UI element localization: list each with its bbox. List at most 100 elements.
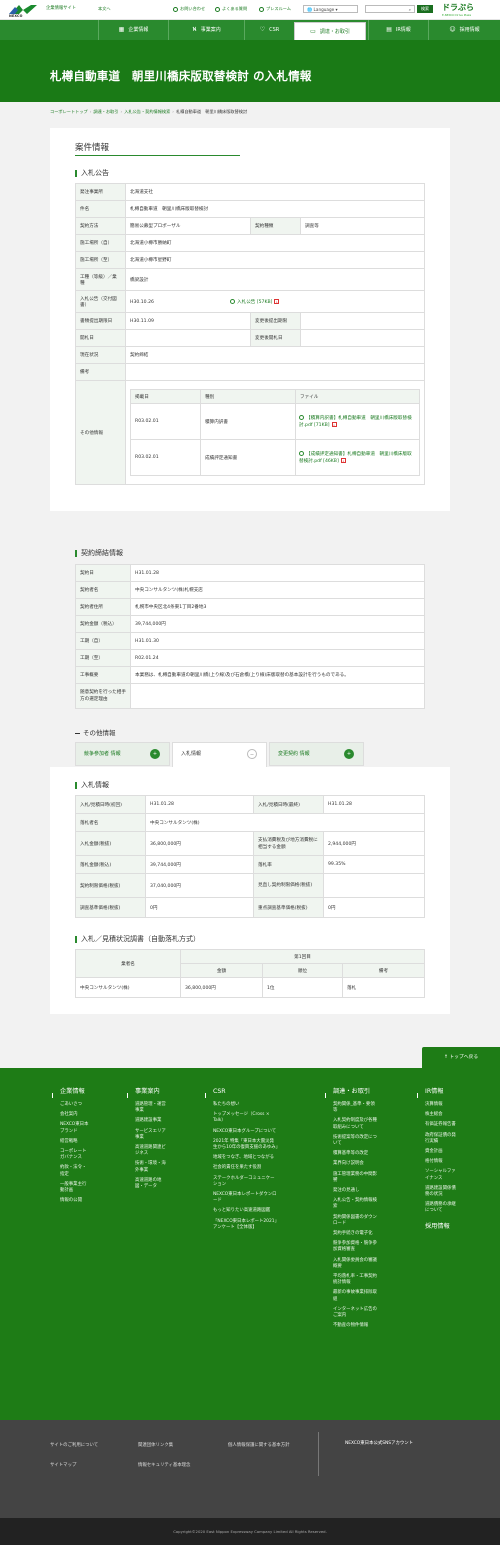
row-label: 契約方法 — [75, 217, 126, 235]
footer-link-terms[interactable]: サイトのご利用について — [50, 1442, 98, 1448]
footer-link[interactable]: 業界向け説明会 — [333, 1161, 378, 1167]
skip-to-content-link[interactable]: 本文へ — [98, 6, 111, 12]
footer-heading[interactable]: 企業情報 — [60, 1088, 90, 1096]
footer-link[interactable]: NEXCO東日本レポートダウンロード — [213, 1192, 278, 1204]
footer-link[interactable]: 有価証券報告書 — [425, 1122, 460, 1128]
minus-icon — [75, 732, 80, 734]
footer-link[interactable]: 株主総会 — [425, 1112, 460, 1118]
bid-notice-pdf-link[interactable]: 入札公告 [57KB] — [237, 300, 272, 305]
footer-link[interactable]: サービスエリア事業 — [135, 1129, 170, 1141]
nav-procurement[interactable]: ▭ 調達・お取引 — [294, 22, 366, 40]
footer-link[interactable]: ソーシャルファイナンス — [425, 1169, 460, 1181]
contact-link[interactable]: お問い合わせ — [173, 6, 205, 12]
footer-link[interactable]: 会社案内 — [60, 1112, 90, 1118]
footer-link[interactable]: 2021年 特集「東日本大震災発生から10年の復興支援のあゆみ」 — [213, 1139, 280, 1151]
language-select[interactable]: 🌐 Language ▾ — [303, 5, 358, 13]
row-amount: 36,800,000円 — [180, 977, 263, 998]
footer-link[interactable]: 一般事業主行動計画 — [60, 1182, 90, 1194]
footer-link[interactable]: 技術・環境・海外事業 — [135, 1161, 170, 1173]
footer-link[interactable]: 積算基準等の改定 — [333, 1151, 378, 1157]
breadcrumb-home[interactable]: コーポレートトップ — [50, 109, 88, 114]
footer-link[interactable]: 高速道路関連ビジネス — [135, 1145, 170, 1157]
footer-link[interactable]: 道路管理・運営事業 — [135, 1102, 170, 1114]
footer-heading[interactable]: 事業案内 — [135, 1088, 170, 1096]
table-header-row: 掲載日 種別 ファイル — [130, 389, 420, 404]
footer-link[interactable]: 不動産の物件情報 — [333, 1323, 378, 1329]
pressroom-link[interactable]: プレスルーム — [259, 6, 291, 12]
footer-link[interactable]: NEXCO東日本グループについて — [213, 1129, 278, 1135]
footer-link[interactable]: 情報の公開 — [60, 1198, 90, 1204]
footer-link[interactable]: インターネット広告のご案内 — [333, 1307, 378, 1319]
nav-corporate[interactable]: ▦ 企業情報 — [98, 20, 168, 40]
table-row: 工種（等級）／業種 橋梁設計 — [75, 268, 425, 291]
nav-csr[interactable]: ♡ CSR — [244, 20, 294, 40]
footer-link[interactable]: 高速道路の地図・データ — [135, 1178, 170, 1190]
footer-col-business: 事業案内 道路管理・運営事業 道路建設事業 サービスエリア事業 高速道路関連ビジ… — [127, 1088, 170, 1194]
breadcrumb-separator: › — [120, 109, 123, 114]
file-link[interactable]: 【成績評定通知書】札樽自動車道 朝里川橋床版取替検討.pdf [46KB] — [299, 452, 412, 464]
row-label: 工期（至） — [75, 649, 131, 667]
footer-link[interactable]: 資金計画 — [425, 1149, 460, 1155]
footer-link[interactable]: 契約関係図書のダウンロード — [333, 1215, 378, 1227]
footer-link[interactable]: 契約手続きの電子化 — [333, 1231, 378, 1237]
footer-link[interactable]: 道路建設関係債務の状況 — [425, 1186, 460, 1198]
nav-business[interactable]: ⛕ 事業案内 — [168, 20, 244, 40]
footer-heading[interactable]: 採用情報 — [425, 1223, 460, 1231]
footer-link[interactable]: ごあいさつ — [60, 1102, 90, 1108]
nexco-logo[interactable]: NEXCO — [7, 3, 39, 19]
footer-link[interactable]: 競争参加資格・競争参加資格審査 — [333, 1241, 378, 1253]
footer-link[interactable]: 入札公告・契約情報検索 — [333, 1198, 378, 1210]
tab-contract-change[interactable]: 変更契約 情報 + — [269, 742, 364, 766]
footer-link[interactable]: 平均落札率・工事契約統計情報 — [333, 1274, 378, 1286]
file-link[interactable]: 【積算内訳書】札樽自動車道 朝里川橋床版取替検討.pdf [71KB] — [299, 416, 412, 428]
footer-link[interactable]: 政府保証債の発行実績 — [425, 1133, 460, 1145]
footer-link[interactable]: 道路建設事業 — [135, 1118, 170, 1124]
footer-link[interactable]: 入札関係委員会の審議概要 — [333, 1258, 378, 1270]
footer-link-sitemap[interactable]: サイトマップ — [50, 1462, 76, 1468]
footer-link[interactable]: 最新の事故事業排除取組 — [333, 1290, 378, 1302]
back-to-top-button[interactable]: ↑ トップへ戻る — [422, 1047, 500, 1068]
footer-link[interactable]: 決算情報 — [425, 1102, 460, 1108]
corp-site-label[interactable]: 企業情報サイト — [46, 5, 86, 12]
footer-link-related[interactable]: 関連団体リンク集 — [138, 1442, 173, 1448]
footer-link[interactable]: 社会的責任を果たす役割 — [213, 1165, 278, 1171]
footer-link[interactable]: 私たちの想い — [213, 1102, 278, 1108]
footer-link[interactable]: 道路債務の承継について — [425, 1202, 460, 1214]
footer-link[interactable]: 地域をつなぎ、地域とつながる — [213, 1155, 278, 1161]
footer-link-privacy[interactable]: 個人情報保護に関する基本方針 — [228, 1442, 289, 1448]
footer-link[interactable]: もっと知りたい高速道路図鑑 — [213, 1208, 278, 1214]
row-value: 調査等 — [300, 217, 425, 235]
footer-link[interactable]: 入札契約制度及び各種取組みについて — [333, 1118, 378, 1130]
drapura-logo[interactable]: ドラぷら E-NEXCO Drive Plaza — [442, 2, 494, 18]
footer-link[interactable]: NEXCO東日本ブランド — [60, 1122, 90, 1134]
nav-ir[interactable]: ▤ IR情報 — [368, 20, 428, 40]
footer-link[interactable]: 経営戦略 — [60, 1139, 90, 1145]
footer-link[interactable]: 約款・法令・指定 — [60, 1165, 90, 1177]
footer-link-security[interactable]: 情報セキュリティ基本理念 — [138, 1462, 190, 1468]
breadcrumb-procurement[interactable]: 調達・お取引 — [93, 109, 118, 114]
footer-heading[interactable]: 調達・お取引 — [333, 1088, 378, 1096]
footer-link[interactable]: 「NEXCO東日本レポート2021」アンケート【全体版】 — [213, 1219, 278, 1231]
search-button[interactable]: 検索 — [417, 5, 433, 13]
nav-recruit[interactable]: ☺ 採用情報 — [428, 20, 500, 40]
row-value: 橋梁設計 — [125, 268, 425, 291]
footer-link[interactable]: 施工管理業務の中間影響 — [333, 1172, 378, 1184]
footer-link[interactable]: トップメッセージ（Cross × Talk） — [213, 1112, 278, 1124]
search-input[interactable]: ⌕ — [365, 5, 415, 13]
footer-heading[interactable]: CSR — [213, 1088, 278, 1096]
copyright: Copyright©2020 East Nippon Expressway Co… — [0, 1518, 500, 1545]
tab-bidders[interactable]: 競争参加者 情報 + — [75, 742, 170, 766]
footer-link[interactable]: 契約関係_基準・要領等 — [333, 1102, 378, 1114]
row-date: R03.02.01 — [130, 403, 201, 440]
footer-link[interactable]: 格付情報 — [425, 1159, 460, 1165]
faq-link[interactable]: よくある質問 — [215, 6, 247, 12]
breadcrumb-search[interactable]: 入札公告・契約情報検索 — [124, 109, 170, 114]
footer-link[interactable]: 技術提案等の改定について — [333, 1135, 378, 1147]
tab-bid-info[interactable]: 入札情報 − — [172, 742, 267, 768]
footer-link[interactable]: コーポレートガバナンス — [60, 1149, 90, 1161]
bid-info-card: 入札情報 入札/見積日時(初回) H31.01.28 入札/見積日時(最終) H31.… — [50, 767, 450, 1014]
footer-heading[interactable]: IR情報 — [425, 1088, 460, 1096]
footer-link[interactable]: 発注の見通し — [333, 1188, 378, 1194]
footer-link[interactable]: ステークホルダーコミュニケーション — [213, 1176, 278, 1188]
row-label: 書類提出期限日 — [75, 312, 126, 330]
